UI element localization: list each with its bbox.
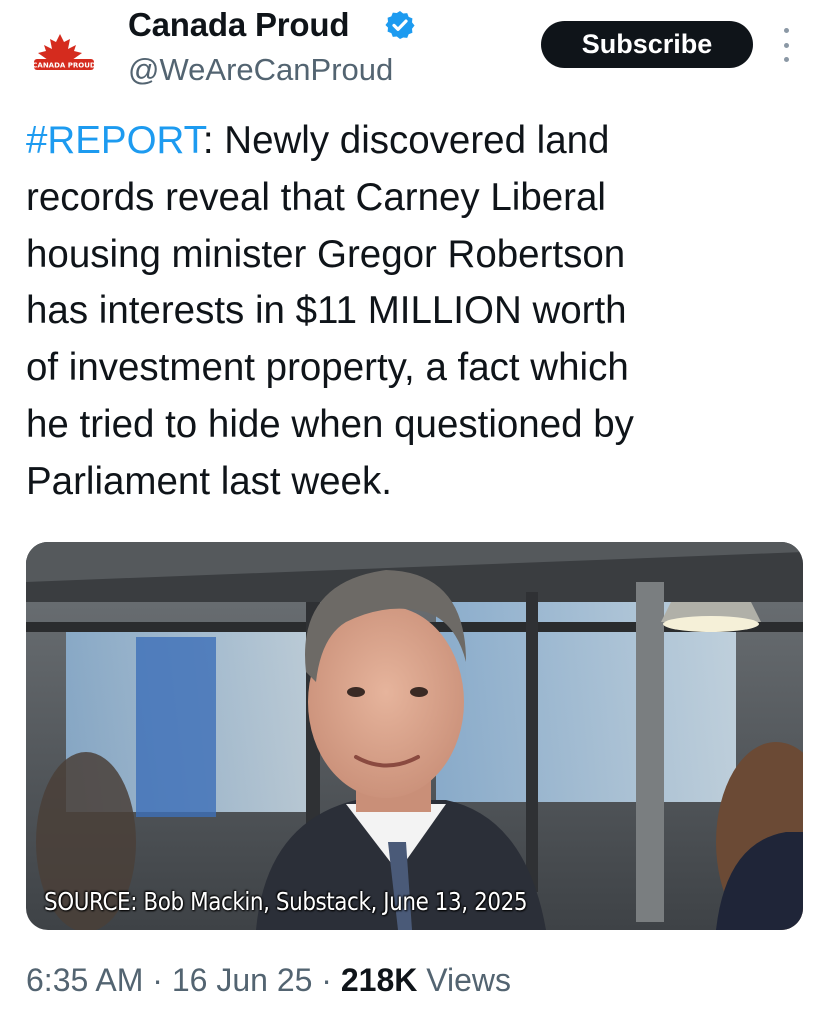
tweet-body-text: : Newly discovered land records reveal t… (26, 119, 634, 503)
tweet-meta: 6:35 AM · 16 Jun 25 · 218K Views (26, 962, 511, 999)
user-handle[interactable]: @WeAreCanProud (128, 52, 393, 88)
tweet-text: #REPORT: Newly discovered land records r… (26, 113, 816, 511)
meta-separator-2: · (312, 962, 341, 998)
tweet-time[interactable]: 6:35 AM (26, 962, 143, 998)
subscribe-button[interactable]: Subscribe (541, 21, 753, 68)
views-label: Views (417, 962, 512, 998)
meta-separator: · (143, 962, 172, 998)
tweet-date[interactable]: 16 Jun 25 (172, 962, 313, 998)
photo-caption: SOURCE: Bob Mackin, Substack, June 13, 2… (44, 887, 528, 916)
verified-badge-icon (385, 11, 415, 39)
views-count: 218K (340, 962, 418, 998)
display-name[interactable]: Canada Proud (128, 6, 350, 44)
avatar-text: CANADA PROUD (32, 62, 96, 70)
avatar[interactable]: CANADA PROUD (20, 18, 106, 82)
photo-image (26, 542, 803, 930)
maple-leaf-logo-icon: CANADA PROUD (32, 34, 96, 70)
tweet-media-photo[interactable]: SOURCE: Bob Mackin, Substack, June 13, 2… (26, 542, 803, 930)
tweet-page: CANADA PROUD Canada Proud @WeAreCanProud… (0, 0, 827, 1024)
hashtag-link[interactable]: #REPORT (26, 119, 203, 162)
more-vertical-icon[interactable] (776, 28, 796, 62)
